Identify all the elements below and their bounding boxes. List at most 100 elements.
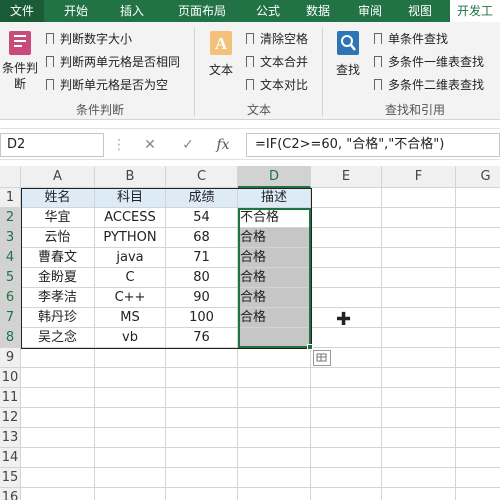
cell-c1[interactable]: 成绩 bbox=[166, 188, 238, 208]
cell-f6[interactable] bbox=[382, 288, 456, 308]
row-header-8[interactable]: 8 bbox=[0, 328, 21, 348]
cell-d2[interactable]: 不合格 bbox=[238, 208, 311, 228]
column-header-g[interactable]: G bbox=[456, 166, 500, 188]
cell-e13[interactable] bbox=[311, 428, 382, 448]
cell-a16[interactable] bbox=[21, 488, 95, 500]
cell-a15[interactable] bbox=[21, 468, 95, 488]
cell-a6[interactable]: 李孝洁 bbox=[21, 288, 95, 308]
cell-c8[interactable]: 76 bbox=[166, 328, 238, 348]
multi-condition-2d-lookup-item[interactable]: 多条件二维表查找 bbox=[374, 76, 484, 94]
cell-e8[interactable] bbox=[311, 328, 382, 348]
cell-e4[interactable] bbox=[311, 248, 382, 268]
cell-b12[interactable] bbox=[95, 408, 166, 428]
row-header-5[interactable]: 5 bbox=[0, 268, 21, 288]
tab-data[interactable]: 数据 bbox=[296, 0, 340, 22]
cell-a14[interactable] bbox=[21, 448, 95, 468]
cell-c12[interactable] bbox=[166, 408, 238, 428]
tab-file[interactable]: 文件 bbox=[0, 0, 44, 22]
row-header-11[interactable]: 11 bbox=[0, 388, 21, 408]
cell-g10[interactable] bbox=[456, 368, 500, 388]
cell-b9[interactable] bbox=[95, 348, 166, 368]
cell-f5[interactable] bbox=[382, 268, 456, 288]
cell-c15[interactable] bbox=[166, 468, 238, 488]
cell-g11[interactable] bbox=[456, 388, 500, 408]
cell-e12[interactable] bbox=[311, 408, 382, 428]
cell-a2[interactable]: 华宜 bbox=[21, 208, 95, 228]
cell-d13[interactable] bbox=[238, 428, 311, 448]
cancel-icon[interactable]: ✕ bbox=[138, 133, 162, 157]
cell-f7[interactable] bbox=[382, 308, 456, 328]
cell-g3[interactable] bbox=[456, 228, 500, 248]
cell-d12[interactable] bbox=[238, 408, 311, 428]
cell-g12[interactable] bbox=[456, 408, 500, 428]
cell-e10[interactable] bbox=[311, 368, 382, 388]
cell-d15[interactable] bbox=[238, 468, 311, 488]
cell-g9[interactable] bbox=[456, 348, 500, 368]
cell-a5[interactable]: 金盼夏 bbox=[21, 268, 95, 288]
cell-g16[interactable] bbox=[456, 488, 500, 500]
cell-d8[interactable] bbox=[238, 328, 311, 348]
row-header-7[interactable]: 7 bbox=[0, 308, 21, 328]
cell-f13[interactable] bbox=[382, 428, 456, 448]
cell-b4[interactable]: java bbox=[95, 248, 166, 268]
cell-f8[interactable] bbox=[382, 328, 456, 348]
cell-f1[interactable] bbox=[382, 188, 456, 208]
cell-e5[interactable] bbox=[311, 268, 382, 288]
judge-number-size-item[interactable]: 判断数字大小 bbox=[46, 30, 132, 48]
tab-review[interactable]: 审阅 bbox=[348, 0, 392, 22]
row-header-13[interactable]: 13 bbox=[0, 428, 21, 448]
cell-f16[interactable] bbox=[382, 488, 456, 500]
tab-home[interactable]: 开始 bbox=[52, 0, 100, 22]
row-header-10[interactable]: 10 bbox=[0, 368, 21, 388]
column-header-e[interactable]: E bbox=[311, 166, 382, 188]
cell-b6[interactable]: C++ bbox=[95, 288, 166, 308]
cell-b5[interactable]: C bbox=[95, 268, 166, 288]
cell-f10[interactable] bbox=[382, 368, 456, 388]
row-header-14[interactable]: 14 bbox=[0, 448, 21, 468]
cell-d10[interactable] bbox=[238, 368, 311, 388]
cell-d11[interactable] bbox=[238, 388, 311, 408]
cell-b8[interactable]: vb bbox=[95, 328, 166, 348]
cell-f15[interactable] bbox=[382, 468, 456, 488]
cell-f11[interactable] bbox=[382, 388, 456, 408]
cell-c14[interactable] bbox=[166, 448, 238, 468]
cell-f14[interactable] bbox=[382, 448, 456, 468]
cell-b10[interactable] bbox=[95, 368, 166, 388]
quick-analysis-button[interactable] bbox=[313, 350, 331, 366]
row-header-9[interactable]: 9 bbox=[0, 348, 21, 368]
cell-a1[interactable]: 姓名 bbox=[21, 188, 95, 208]
cell-c13[interactable] bbox=[166, 428, 238, 448]
cell-c6[interactable]: 90 bbox=[166, 288, 238, 308]
cell-g2[interactable] bbox=[456, 208, 500, 228]
cell-f4[interactable] bbox=[382, 248, 456, 268]
cell-c10[interactable] bbox=[166, 368, 238, 388]
cell-e6[interactable] bbox=[311, 288, 382, 308]
cell-b7[interactable]: MS bbox=[95, 308, 166, 328]
cell-f9[interactable] bbox=[382, 348, 456, 368]
tab-developer[interactable]: 开发工 bbox=[450, 0, 500, 22]
select-all-corner[interactable] bbox=[0, 166, 21, 188]
row-header-2[interactable]: 2 bbox=[0, 208, 21, 228]
cell-b13[interactable] bbox=[95, 428, 166, 448]
name-box[interactable]: D2 bbox=[0, 133, 104, 157]
cell-e14[interactable] bbox=[311, 448, 382, 468]
cell-g8[interactable] bbox=[456, 328, 500, 348]
formula-input[interactable]: =IF(C2>=60, "合格","不合格") bbox=[246, 133, 500, 157]
judge-cell-empty-item[interactable]: 判断单元格是否为空 bbox=[46, 76, 168, 94]
cell-g4[interactable] bbox=[456, 248, 500, 268]
cell-d16[interactable] bbox=[238, 488, 311, 500]
cell-b1[interactable]: 科目 bbox=[95, 188, 166, 208]
cell-c16[interactable] bbox=[166, 488, 238, 500]
judge-cells-equal-item[interactable]: 判断两单元格是否相同 bbox=[46, 53, 180, 71]
multi-condition-1d-lookup-item[interactable]: 多条件一维表查找 bbox=[374, 53, 484, 71]
cell-a13[interactable] bbox=[21, 428, 95, 448]
cell-d7[interactable]: 合格 bbox=[238, 308, 311, 328]
cell-d9[interactable] bbox=[238, 348, 311, 368]
cell-e11[interactable] bbox=[311, 388, 382, 408]
row-header-6[interactable]: 6 bbox=[0, 288, 21, 308]
cell-e15[interactable] bbox=[311, 468, 382, 488]
cell-a12[interactable] bbox=[21, 408, 95, 428]
single-condition-lookup-item[interactable]: 单条件查找 bbox=[374, 30, 448, 48]
cell-g14[interactable] bbox=[456, 448, 500, 468]
cell-b3[interactable]: PYTHON bbox=[95, 228, 166, 248]
